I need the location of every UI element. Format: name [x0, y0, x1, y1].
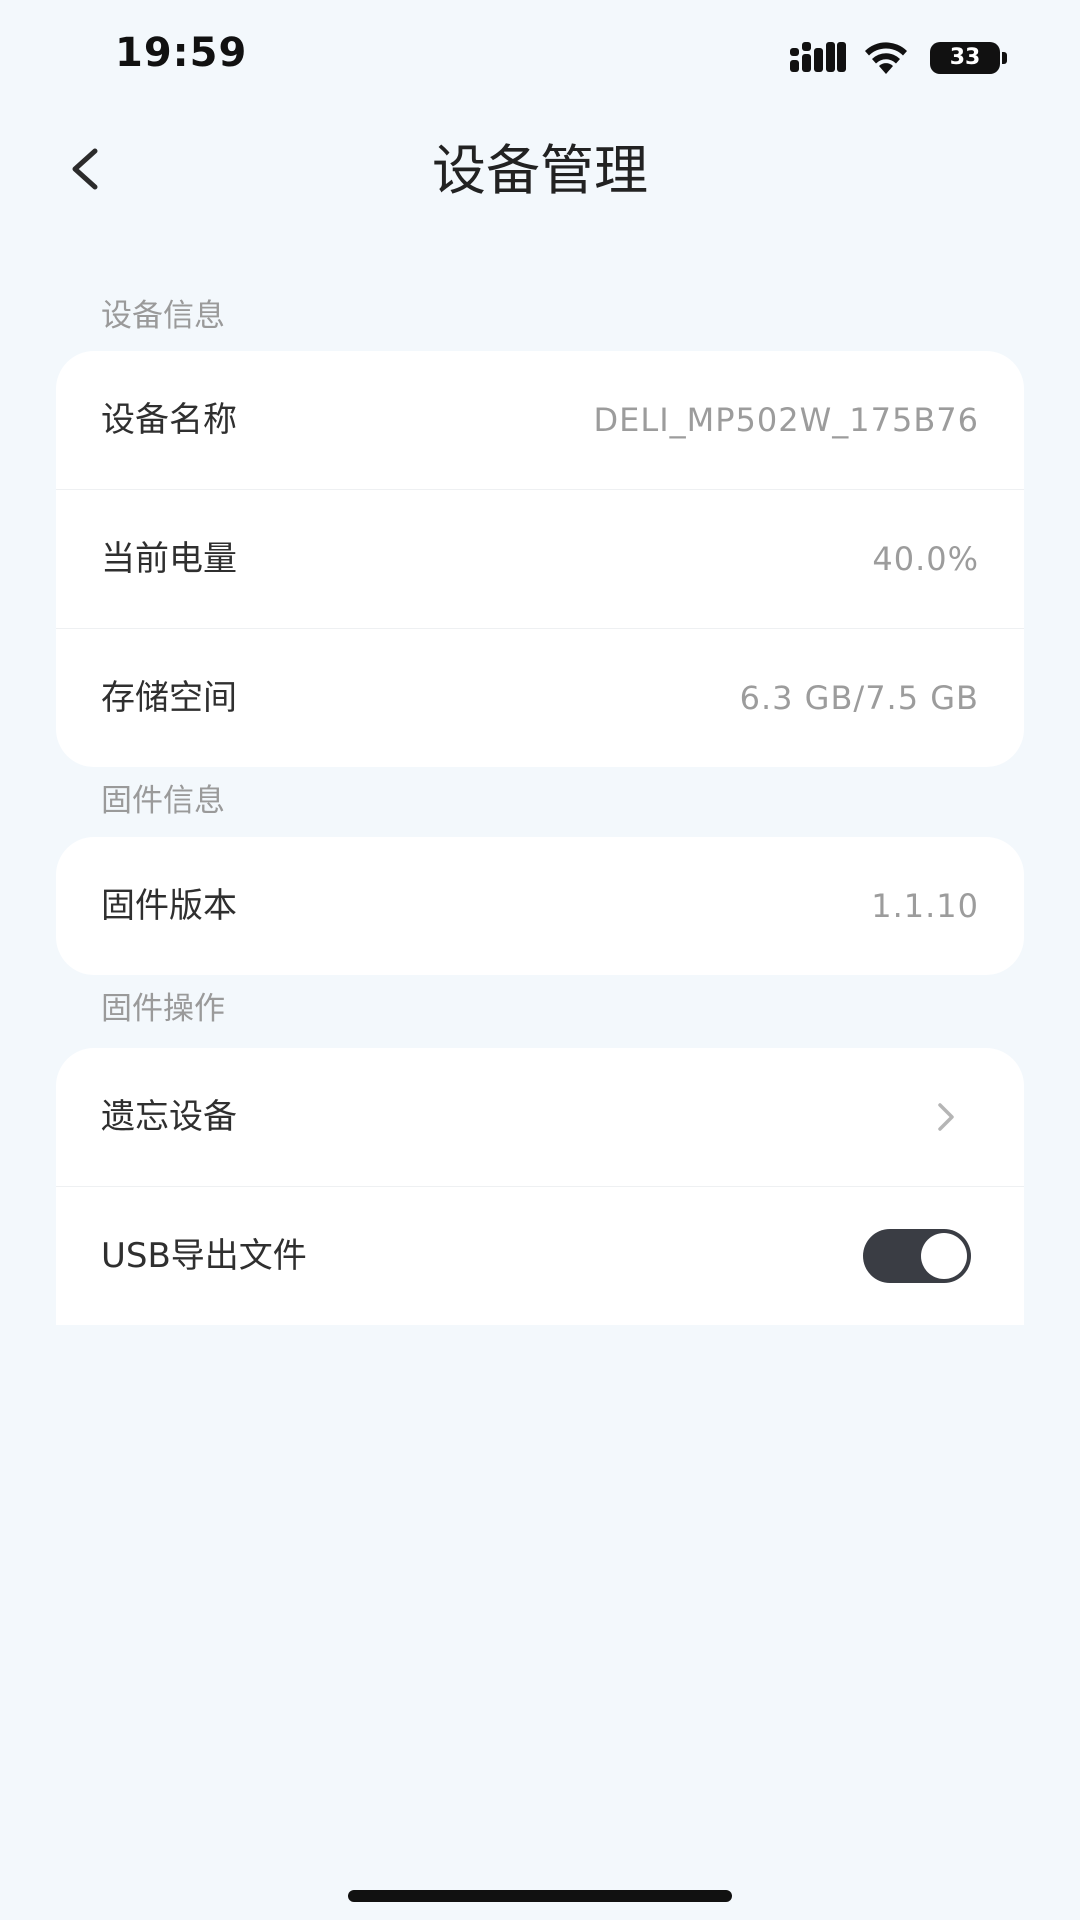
usb-export-label: USB导出文件: [101, 1236, 307, 1276]
home-indicator: [348, 1890, 732, 1902]
section-header-firmware-info: 固件信息: [101, 783, 225, 819]
cellular-signal-icon: [790, 42, 846, 72]
firmware-version-label: 固件版本: [101, 886, 237, 926]
battery-icon: 33: [930, 42, 1008, 74]
storage-value: 6.3 GB/7.5 GB: [739, 679, 979, 717]
usb-export-toggle[interactable]: [863, 1229, 971, 1283]
firmware-ops-card: 遗忘设备 USB导出文件: [56, 1048, 1024, 1325]
device-name-label: 设备名称: [101, 400, 237, 440]
storage-label: 存储空间: [101, 678, 237, 718]
device-name-value: DELI_MP502W_175B76: [593, 401, 979, 439]
forget-device-row[interactable]: 遗忘设备: [56, 1048, 1024, 1187]
device-name-row: 设备名称 DELI_MP502W_175B76: [56, 351, 1024, 490]
status-bar: 19:59 33: [0, 0, 1080, 110]
battery-level: 33: [930, 42, 1000, 74]
forget-device-label: 遗忘设备: [101, 1097, 237, 1137]
usb-export-row: USB导出文件: [56, 1187, 1024, 1325]
section-header-device-info: 设备信息: [101, 298, 225, 334]
chevron-right-icon: [938, 1103, 954, 1131]
section-header-firmware-ops: 固件操作: [101, 991, 225, 1027]
toggle-knob: [921, 1233, 967, 1279]
battery-level-value: 40.0%: [872, 540, 979, 578]
battery-level-label: 当前电量: [101, 539, 237, 579]
firmware-version-value: 1.1.10: [871, 887, 979, 925]
battery-level-row: 当前电量 40.0%: [56, 490, 1024, 629]
storage-row: 存储空间 6.3 GB/7.5 GB: [56, 629, 1024, 767]
page-title: 设备管理: [432, 139, 648, 202]
firmware-info-card: 固件版本 1.1.10: [56, 837, 1024, 975]
firmware-version-row: 固件版本 1.1.10: [56, 837, 1024, 975]
battery-tip: [1002, 52, 1007, 64]
status-time: 19:59: [115, 30, 248, 76]
device-info-card: 设备名称 DELI_MP502W_175B76 当前电量 40.0% 存储空间 …: [56, 351, 1024, 767]
wifi-icon: [865, 42, 907, 74]
nav-bar: 设备管理: [0, 110, 1080, 230]
